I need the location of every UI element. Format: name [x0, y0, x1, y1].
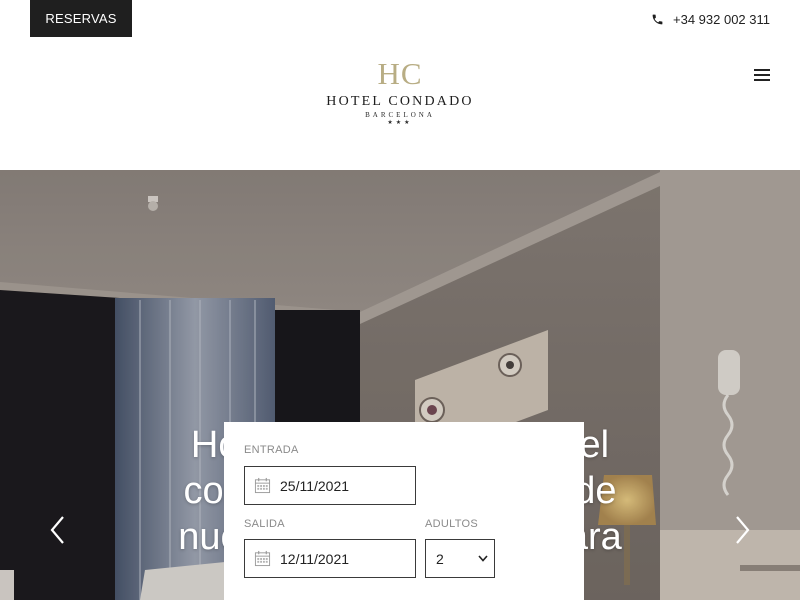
logo-monogram: HC: [377, 56, 423, 91]
phone-number: +34 932 002 311: [673, 12, 770, 27]
salida-date-field[interactable]: 12/11/2021: [244, 539, 416, 578]
calendar-icon: [254, 477, 271, 494]
hotel-logo[interactable]: HC HOTEL CONDADO BARCELONA ★★★: [0, 58, 800, 127]
phone-link[interactable]: +34 932 002 311: [651, 12, 770, 27]
entrada-date-value: 25/11/2021: [280, 477, 350, 494]
chevron-left-icon[interactable]: [48, 515, 68, 545]
entrada-date-field[interactable]: 25/11/2021: [244, 466, 416, 505]
site-header: RESERVAS +34 932 002 311 HC HOTEL CONDAD…: [0, 0, 800, 170]
reservas-button[interactable]: RESERVAS: [30, 0, 132, 37]
calendar-icon: [254, 550, 271, 567]
booking-form: ENTRADA 25/11/2021 SALIDA 12/11/2021 ADU…: [224, 422, 584, 600]
logo-stars: ★★★: [387, 120, 413, 126]
chevron-down-icon: [478, 555, 488, 562]
entrada-label: ENTRADA: [244, 444, 299, 456]
chevron-right-icon[interactable]: [732, 515, 752, 545]
hamburger-menu-icon[interactable]: [754, 69, 770, 83]
logo-name: HOTEL CONDADO: [326, 94, 474, 109]
salida-date-value: 12/11/2021: [280, 550, 350, 567]
adultos-select[interactable]: 2: [425, 539, 495, 578]
adultos-label: ADULTOS: [425, 518, 479, 530]
logo-city: BARCELONA: [365, 111, 435, 119]
salida-label: SALIDA: [244, 518, 285, 530]
phone-icon: [652, 14, 663, 25]
adultos-value: 2: [436, 550, 444, 567]
